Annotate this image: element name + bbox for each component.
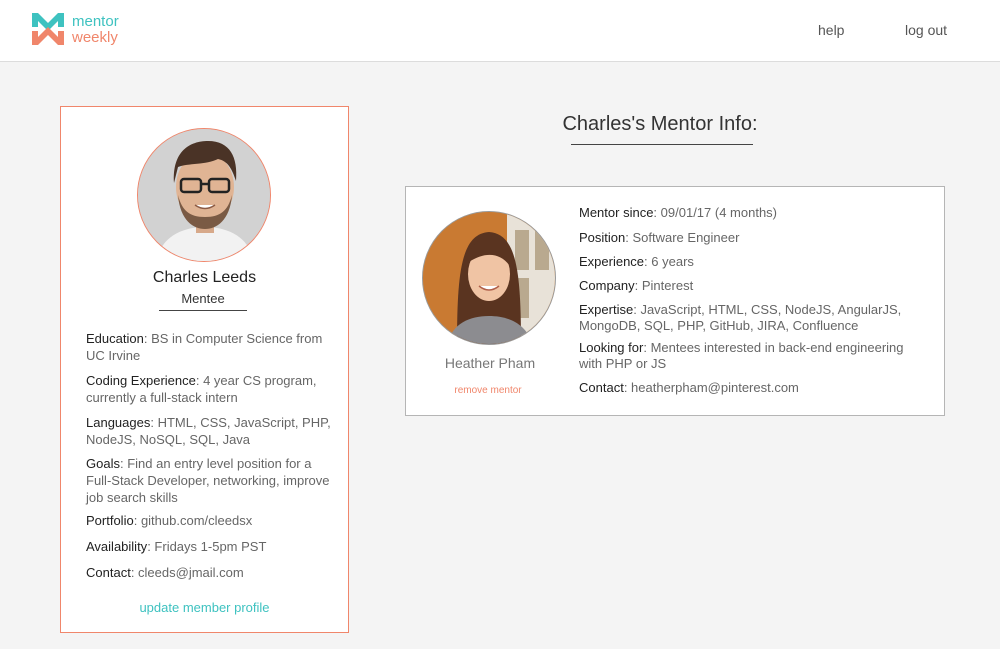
- mentee-role: Mentee: [159, 291, 247, 311]
- field-label: Mentor since: [579, 205, 654, 220]
- update-member-profile-link[interactable]: update member profile: [61, 600, 348, 615]
- field-label: Expertise: [579, 302, 634, 317]
- field-label: Looking for: [579, 340, 644, 355]
- mentor-since: Mentor since: 09/01/17 (4 months): [579, 205, 778, 220]
- mentee-education: Education: BS in Computer Science from U…: [86, 331, 323, 363]
- field-label: Languages: [86, 415, 151, 430]
- field-label: Position: [579, 230, 626, 245]
- mentor-expertise: Expertise: JavaScript, HTML, CSS, NodeJS…: [579, 302, 902, 333]
- field-value: Pinterest: [641, 278, 694, 293]
- mentor-contact: Contact: heatherpham@pinterest.com: [579, 380, 799, 395]
- remove-mentor-link[interactable]: remove mentor: [406, 385, 570, 396]
- help-link[interactable]: help: [818, 22, 844, 38]
- field-value: github.com/cleedsx: [140, 513, 253, 528]
- field-label: Coding Experience: [86, 373, 196, 388]
- field-value: cleeds@jmail.com: [138, 565, 244, 580]
- mentee-coding-experience: Coding Experience: 4 year CS program, cu…: [86, 373, 317, 405]
- field-label: Contact: [579, 380, 624, 395]
- logo-word-weekly: weekly: [72, 29, 118, 46]
- mentee-photo-illustration: [138, 129, 270, 261]
- top-bar: mentor weekly help log out: [0, 0, 1000, 62]
- mentor-weekly-logo[interactable]: mentor weekly: [30, 11, 130, 51]
- mentor-photo-illustration: [423, 212, 555, 344]
- field-value: 09/01/17 (4 months): [660, 205, 778, 220]
- mentor-info-card: Heather Pham remove mentor Mentor since:…: [405, 186, 945, 416]
- mentee-languages: Languages: HTML, CSS, JavaScript, PHP, N…: [86, 415, 331, 447]
- field-label: Company: [579, 278, 635, 293]
- mentee-contact: Contact: cleeds@jmail.com: [86, 565, 244, 580]
- field-label: Portfolio: [86, 513, 134, 528]
- mentee-goals: Goals: Find an entry level position for …: [86, 456, 330, 505]
- logo-word-mentor: mentor: [72, 13, 119, 30]
- title-underline: [571, 144, 753, 145]
- logo-wordmark: mentor weekly: [72, 14, 119, 46]
- mentor-name: Heather Pham: [444, 355, 536, 371]
- field-label: Experience: [579, 254, 645, 269]
- mentor-company: Company: Pinterest: [579, 278, 694, 293]
- logo-mark-icon: [32, 13, 64, 45]
- mentee-availability: Availability: Fridays 1-5pm PST: [86, 539, 267, 554]
- mentor-experience: Experience: 6 years: [579, 254, 694, 269]
- field-label: Availability: [86, 539, 148, 554]
- mentor-looking-for: Looking for: Mentees interested in back-…: [579, 340, 904, 371]
- mentee-profile-card: Charles Leeds Mentee Education: BS in Co…: [60, 106, 349, 633]
- field-value: Find an entry level position for a Full-…: [86, 456, 330, 505]
- field-value: Software Engineer: [632, 230, 740, 245]
- field-label: Education: [86, 331, 144, 346]
- mentor-avatar: [422, 211, 556, 345]
- field-label: Contact: [86, 565, 131, 580]
- mentee-name: Charles Leeds: [152, 269, 257, 286]
- mentee-avatar: [137, 128, 271, 262]
- mentor-position: Position: Software Engineer: [579, 230, 740, 245]
- mentee-portfolio: Portfolio: github.com/cleedsx: [86, 513, 253, 528]
- mentor-info-title: Charles's Mentor Info:: [562, 113, 758, 135]
- field-value: heatherpham@pinterest.com: [631, 380, 799, 395]
- logout-link[interactable]: log out: [905, 22, 947, 38]
- field-label: Goals: [86, 456, 120, 471]
- field-value: Fridays 1-5pm PST: [154, 539, 267, 554]
- field-value: 6 years: [651, 254, 694, 269]
